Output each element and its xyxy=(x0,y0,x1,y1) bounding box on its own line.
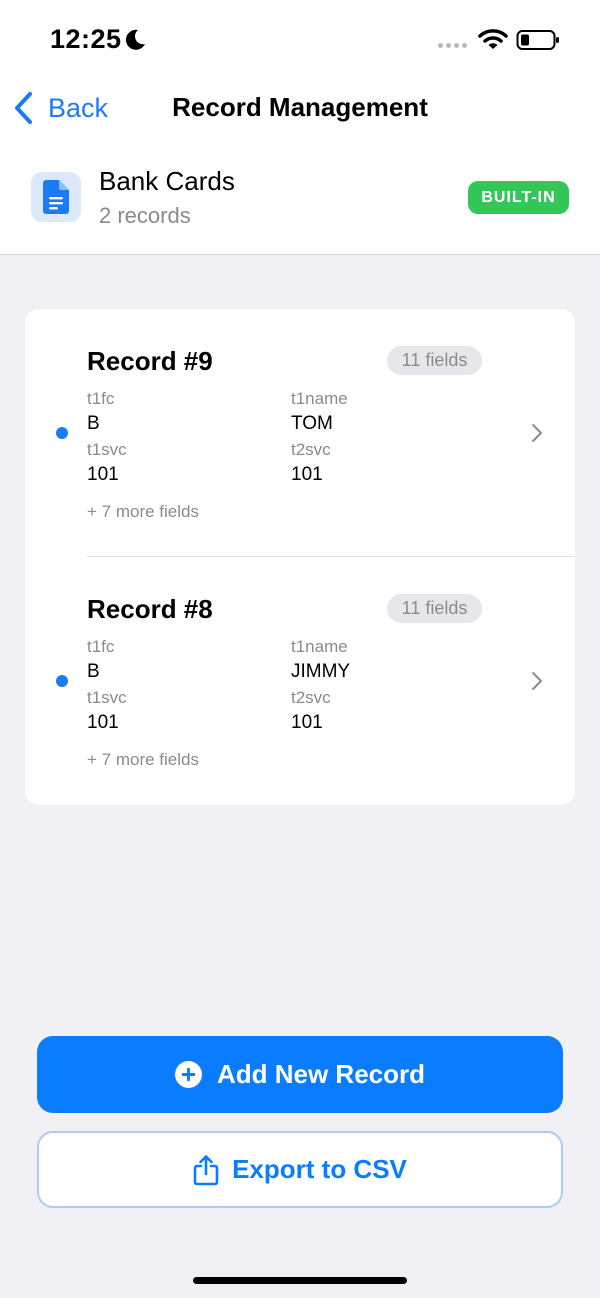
add-new-record-label: Add New Record xyxy=(216,1059,426,1089)
field-value: 101 xyxy=(291,712,323,733)
unread-dot xyxy=(56,427,68,439)
field-value: 101 xyxy=(291,464,323,485)
export-csv-button[interactable]: Export to CSV xyxy=(37,1131,563,1208)
chevron-left-icon xyxy=(15,92,32,124)
collection-record-count: 2 records xyxy=(99,203,191,228)
field-value: TOM xyxy=(291,413,333,434)
wifi-icon xyxy=(478,29,508,49)
record-row[interactable]: Record #8 11 fields t1fc B t1name JIMMY … xyxy=(25,557,575,805)
signal-icon xyxy=(438,43,468,51)
export-csv-label: Export to CSV xyxy=(232,1154,407,1184)
field-label: t1name xyxy=(291,637,348,656)
record-title: Record #8 xyxy=(87,594,213,624)
built-in-badge: BUILT-IN xyxy=(468,181,569,214)
unread-dot xyxy=(56,675,68,687)
battery-icon xyxy=(516,30,559,50)
field-label: t1fc xyxy=(87,389,115,408)
collection-name: Bank Cards xyxy=(99,166,235,196)
plus-circle-icon xyxy=(174,1061,202,1088)
record-row[interactable]: Record #9 11 fields t1fc B t1name TOM t1… xyxy=(25,309,575,557)
field-value: B xyxy=(87,413,100,434)
chevron-right-icon xyxy=(532,424,542,442)
more-fields-label: + 7 more fields xyxy=(87,502,199,521)
moon-icon xyxy=(125,29,145,50)
chevron-right-icon xyxy=(532,672,542,690)
record-title: Record #9 xyxy=(87,346,213,376)
field-value: B xyxy=(87,661,100,682)
document-icon xyxy=(31,172,81,222)
field-label: t2svc xyxy=(291,440,331,459)
field-label: t1fc xyxy=(87,637,115,656)
fields-count-badge: 11 fields xyxy=(387,346,482,375)
fields-count-badge: 11 fields xyxy=(387,594,482,623)
share-icon xyxy=(193,1154,219,1185)
back-button[interactable]: Back xyxy=(12,88,108,128)
field-value: 101 xyxy=(87,464,119,485)
status-time: 12:25 xyxy=(50,24,122,54)
field-value: 101 xyxy=(87,712,119,733)
home-indicator[interactable] xyxy=(193,1277,407,1284)
header-area: 12:25 Back Record Management Bank Cards … xyxy=(0,0,600,255)
field-label: t1svc xyxy=(87,440,127,459)
add-new-record-button[interactable]: Add New Record xyxy=(37,1036,563,1113)
field-label: t1name xyxy=(291,389,348,408)
field-label: t2svc xyxy=(291,688,331,707)
records-list: Record #9 11 fields t1fc B t1name TOM t1… xyxy=(25,309,575,805)
more-fields-label: + 7 more fields xyxy=(87,750,199,769)
back-label: Back xyxy=(48,92,109,123)
field-value: JIMMY xyxy=(291,661,351,682)
field-label: t1svc xyxy=(87,688,127,707)
